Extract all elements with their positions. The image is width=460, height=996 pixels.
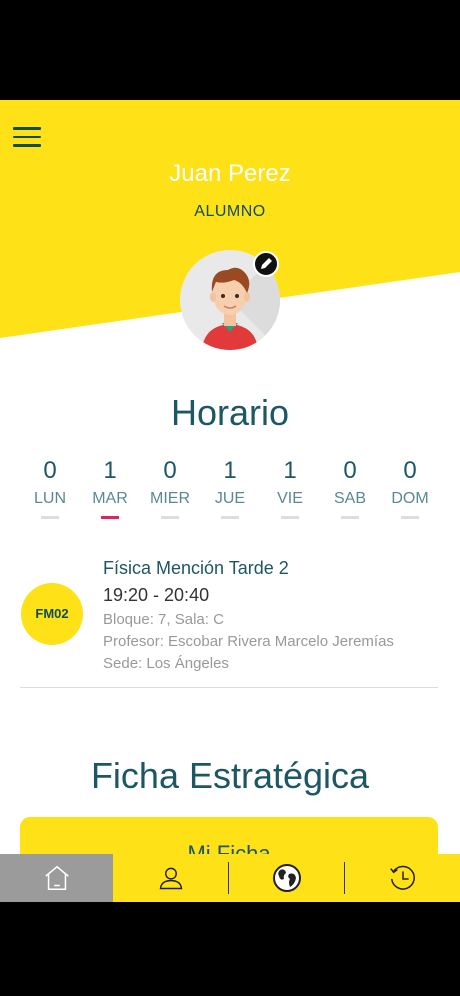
tab-history[interactable] xyxy=(345,854,460,902)
day-mier[interactable]: 0 MIER xyxy=(142,456,198,519)
status-bar xyxy=(0,0,460,100)
day-indicator xyxy=(401,516,419,519)
day-label: MIER xyxy=(150,490,190,507)
pencil-icon xyxy=(261,258,272,269)
hamburger-menu-icon[interactable] xyxy=(13,127,41,149)
day-indicator xyxy=(161,516,179,519)
course-sede: Sede: Los Ángeles xyxy=(103,655,229,672)
horario-title: Horario xyxy=(170,392,290,433)
history-icon xyxy=(389,865,415,890)
day-count: 1 xyxy=(283,457,297,484)
edit-avatar-button[interactable] xyxy=(253,251,279,277)
day-indicator-active xyxy=(101,516,119,519)
day-label: MAR xyxy=(92,490,128,507)
globe-icon xyxy=(273,864,301,892)
day-count: 0 xyxy=(43,457,57,484)
day-jue[interactable]: 1 JUE xyxy=(202,456,258,519)
day-count: 0 xyxy=(163,457,177,484)
day-dom[interactable]: 0 DOM xyxy=(382,456,438,519)
system-bottom-bar xyxy=(0,902,460,996)
day-mar[interactable]: 1 MAR xyxy=(82,456,138,519)
course-code-badge: FM02 xyxy=(21,583,83,645)
day-indicator xyxy=(281,516,299,519)
day-label: DOM xyxy=(391,490,429,507)
class-card[interactable]: FM02 Física Mención Tarde 2 19:20 - 20:4… xyxy=(20,552,438,688)
day-label: LUN xyxy=(33,490,66,507)
day-indicator xyxy=(41,516,59,519)
day-label: JUE xyxy=(214,490,246,507)
day-count: 0 xyxy=(403,457,417,484)
course-time: 19:20 - 20:40 xyxy=(103,585,210,605)
tab-home[interactable] xyxy=(0,854,113,902)
day-label: SAB xyxy=(333,490,366,507)
day-lun[interactable]: 0 LUN xyxy=(22,456,78,519)
app-screen: Juan Perez ALUMNO Horario 0 LUN 1 MAR 0 … xyxy=(0,100,460,902)
day-indicator xyxy=(341,516,359,519)
weekday-selector: 0 LUN 1 MAR 0 MIER 1 JUE 1 VIE 0 SAB 0 D… xyxy=(20,456,440,519)
user-name: Juan Perez xyxy=(169,160,291,187)
day-indicator xyxy=(221,516,239,519)
user-role: ALUMNO xyxy=(194,203,266,220)
user-icon xyxy=(159,867,183,890)
home-icon xyxy=(44,865,69,890)
course-name: Física Mención Tarde 2 xyxy=(103,558,289,578)
day-count: 1 xyxy=(223,457,237,484)
tab-globe[interactable] xyxy=(229,854,345,902)
course-bloque: Bloque: 7, Sala: C xyxy=(103,611,224,628)
day-count: 1 xyxy=(103,457,117,484)
day-count: 0 xyxy=(343,457,357,484)
day-sab[interactable]: 0 SAB xyxy=(322,456,378,519)
ficha-title: Ficha Estratégica xyxy=(90,755,370,796)
day-vie[interactable]: 1 VIE xyxy=(262,456,318,519)
bottom-tab-bar xyxy=(0,854,460,902)
day-label: VIE xyxy=(277,490,303,507)
tab-profile[interactable] xyxy=(113,854,229,902)
course-profesor: Profesor: Escobar Rivera Marcelo Jeremía… xyxy=(103,633,394,650)
